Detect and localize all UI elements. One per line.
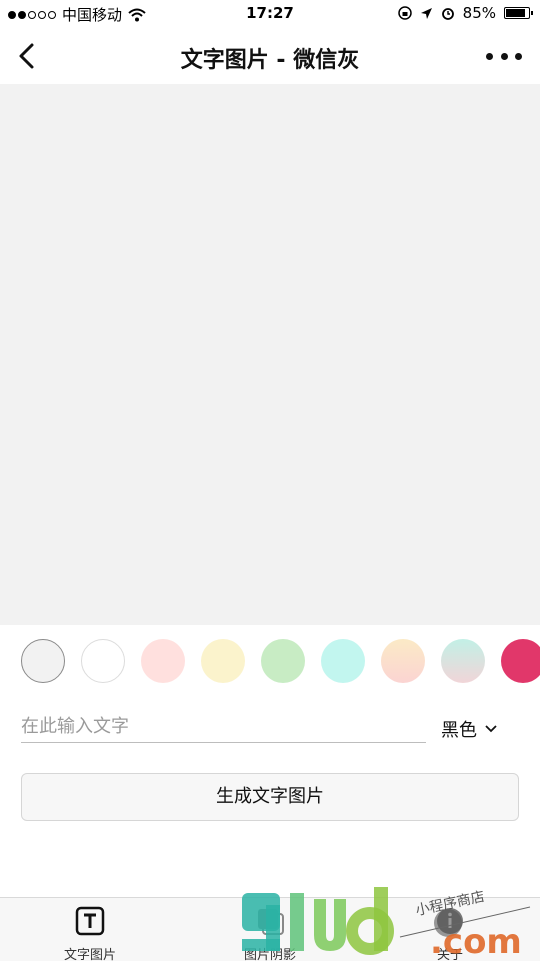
status-bar: 中国移动 17:27 85% [0, 0, 540, 28]
tab-image-shadow[interactable]: 图片阴影 [180, 906, 360, 963]
more-button[interactable] [486, 42, 522, 70]
swatch-peach-gradient[interactable] [381, 639, 425, 683]
battery-icon [504, 7, 533, 19]
tab-label: 图片阴影 [243, 948, 296, 963]
swatch-pink[interactable] [141, 639, 185, 683]
image-preview [0, 84, 540, 625]
swatch-mint-gradient[interactable] [441, 639, 485, 683]
about-icon [437, 908, 463, 934]
swatch-wechat-gray[interactable] [21, 639, 65, 683]
page-title: 文字图片 - 微信灰 [180, 48, 360, 73]
text-color-select[interactable]: 黑色 [441, 716, 497, 742]
orientation-lock-icon [397, 6, 412, 20]
battery-percent: 85% [462, 4, 496, 22]
swatch-cream[interactable] [201, 639, 245, 683]
text-input-row: 黑色 [21, 710, 521, 746]
tab-text-image[interactable]: 文字图片 [0, 906, 180, 963]
chevron-down-icon [485, 725, 497, 733]
text-input[interactable] [21, 710, 426, 743]
tab-about[interactable]: 关于 [360, 906, 540, 963]
tab-label: 文字图片 [63, 948, 116, 963]
location-arrow-icon [420, 7, 432, 19]
swatch-cyan[interactable] [321, 639, 365, 683]
swatch-raspberry[interactable] [501, 639, 540, 683]
text-t-icon [75, 906, 105, 936]
alarm-icon [441, 8, 454, 20]
more-dots-icon [486, 52, 493, 60]
swatch-white[interactable] [81, 639, 125, 683]
swatch-green[interactable] [261, 639, 305, 683]
navigation-bar: 文字图片 - 微信灰 [0, 28, 540, 84]
background-color-swatches [21, 639, 540, 685]
tab-bar: 文字图片 图片阴影 关于 [0, 897, 540, 963]
status-right: 85% [397, 4, 533, 22]
tab-label: 关于 [436, 948, 463, 963]
generate-image-button[interactable]: 生成文字图片 [21, 773, 519, 821]
image-shadow-icon [258, 909, 284, 935]
text-color-value: 黑色 [441, 720, 477, 741]
